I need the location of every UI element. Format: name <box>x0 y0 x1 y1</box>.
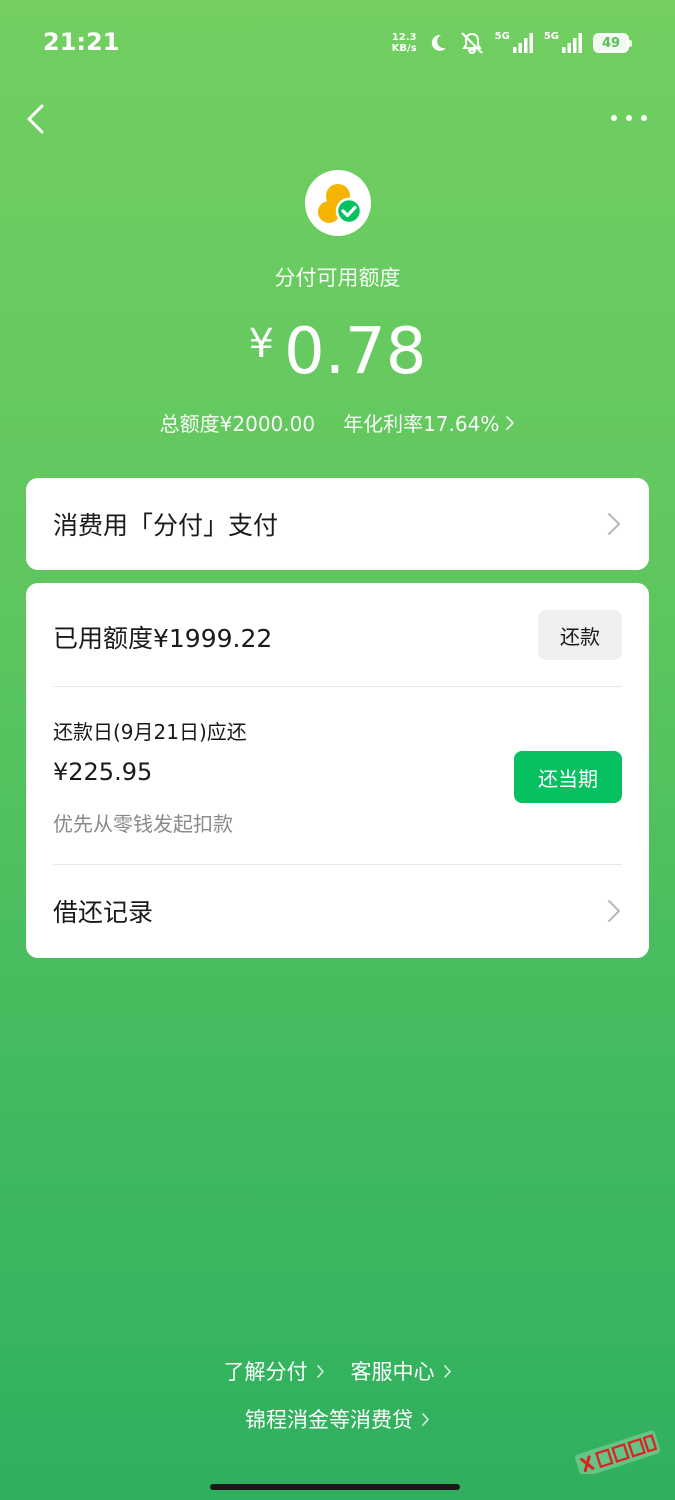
credit-summary: 总额度¥2000.00 年化利率17.64% <box>0 408 675 437</box>
annual-rate-link[interactable]: 年化利率17.64% <box>343 408 515 437</box>
fenfu-logo <box>305 170 371 236</box>
pay-with-fenfu-label: 消费用「分付」支付 <box>53 511 279 540</box>
chevron-right-icon <box>443 1364 451 1378</box>
bell-muted-icon <box>459 31 485 55</box>
back-button[interactable] <box>22 100 52 138</box>
status-bar: 21:21 12.3 KB/s 5G 5G 49 <box>0 0 675 88</box>
total-limit: 总额度¥2000.00 <box>159 412 316 436</box>
fenfu-coins-check-icon <box>318 184 363 225</box>
network-speed-unit: KB/s <box>391 43 417 54</box>
borrow-repay-records-label: 借还记录 <box>53 898 154 927</box>
pay-with-fenfu-row[interactable]: 消费用「分付」支付 <box>26 478 649 570</box>
chevron-right-icon <box>608 513 620 535</box>
due-amount: ¥225.95 <box>53 758 153 786</box>
currency-symbol: ¥ <box>248 321 274 367</box>
consumer-loan-label: 锦程消金等消费贷 <box>245 1408 413 1432</box>
available-credit-value: 0.78 <box>283 315 427 389</box>
due-date-label: 还款日(9月21日)应还 <box>53 720 247 744</box>
usage-card: 已用额度¥1999.22 还款 还款日(9月21日)应还 ¥225.95 优先从… <box>26 583 649 958</box>
consumer-loan-link[interactable]: 锦程消金等消费贷 <box>245 1404 430 1434</box>
about-fenfu-link[interactable]: 了解分付 <box>224 1356 325 1386</box>
chevron-right-icon <box>316 1364 324 1378</box>
more-button[interactable] <box>611 108 647 128</box>
more-dot <box>641 115 647 121</box>
signal-5g-label-2: 5G <box>543 31 559 42</box>
chevron-right-icon <box>422 1412 429 1426</box>
chevron-right-icon <box>608 900 620 922</box>
signal-5g-label: 5G <box>494 31 510 42</box>
home-indicator[interactable] <box>210 1484 460 1490</box>
moon-icon <box>427 32 449 54</box>
status-icons: 12.3 KB/s 5G 5G 49 <box>392 28 632 58</box>
chevron-right-icon <box>506 415 515 430</box>
used-credit-label: 已用额度¥1999.22 <box>53 624 273 653</box>
watermark-logo-icon <box>575 1430 661 1474</box>
more-dot <box>626 115 632 121</box>
network-speed: 12.3 KB/s <box>392 32 417 54</box>
customer-service-label: 客服中心 <box>350 1360 435 1384</box>
footer-links: 了解分付 客服中心 <box>0 1356 675 1386</box>
more-dot <box>611 115 617 121</box>
signal-5g-icon-2: 5G <box>544 32 583 54</box>
deduction-note: 优先从零钱发起扣款 <box>53 812 233 836</box>
status-time: 21:21 <box>43 28 120 56</box>
network-speed-value: 12.3 <box>391 32 417 43</box>
chevron-left-icon <box>27 104 44 134</box>
available-credit-amount: ¥0.78 <box>0 306 675 390</box>
pay-current-period-button[interactable]: 还当期 <box>514 751 622 803</box>
battery-level: 49 <box>601 35 621 51</box>
available-credit-label: 分付可用额度 <box>274 266 401 290</box>
about-fenfu-label: 了解分付 <box>223 1360 308 1384</box>
customer-service-link[interactable]: 客服中心 <box>351 1356 452 1386</box>
signal-5g-icon: 5G <box>495 32 534 54</box>
repay-button[interactable]: 还款 <box>538 610 622 660</box>
battery-icon: 49 <box>593 33 632 53</box>
annual-rate-text: 年化利率17.64% <box>343 412 500 436</box>
divider <box>53 686 622 687</box>
borrow-repay-records-row[interactable]: 借还记录 <box>26 865 649 958</box>
